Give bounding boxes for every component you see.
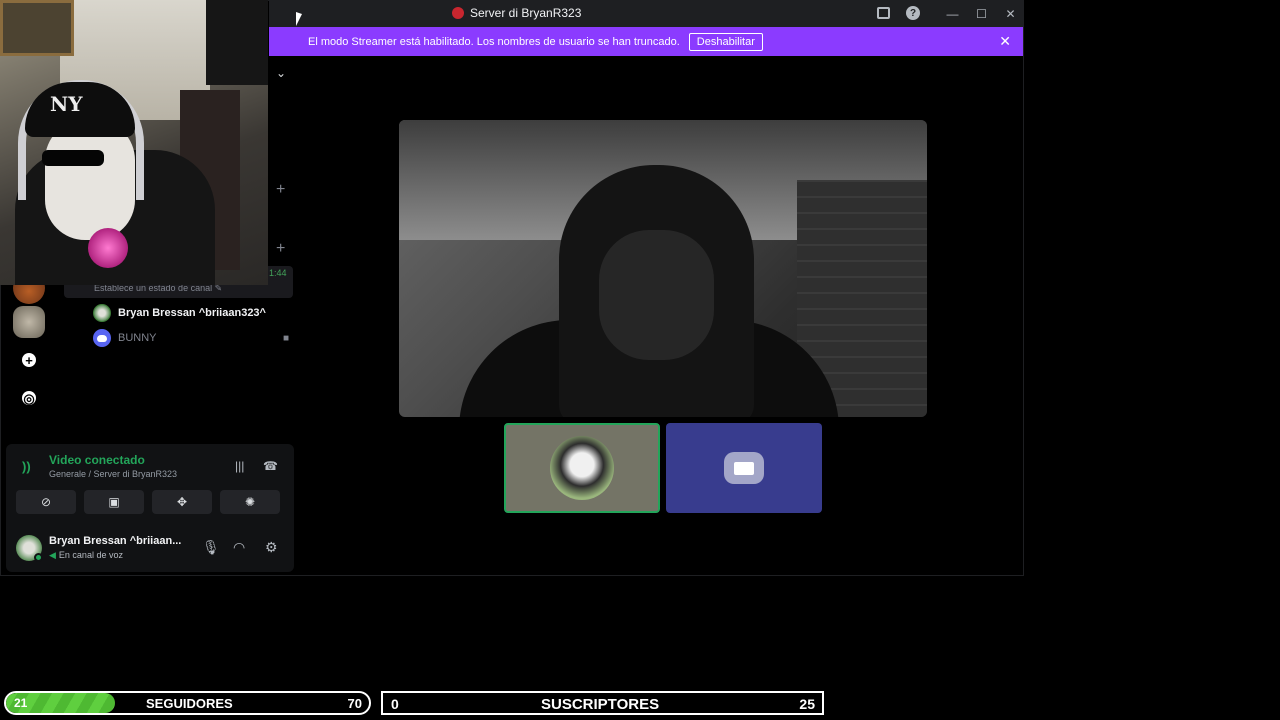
followers-current: 21 [14,696,28,710]
title-bar: Server di BryanR323 ? — ☐ ✕ [269,1,1023,27]
user-name[interactable]: Bryan Bressan ^briiaan... [49,535,189,547]
close-banner-icon[interactable]: ✕ [999,33,1011,50]
streamer-webcam-overlay: NY [0,0,268,285]
voice-member-name: BUNNY [118,332,157,344]
close-icon[interactable]: ✕ [996,1,1023,27]
avatar [93,304,111,322]
subscribers-goal-bar: 0 SUSCRIPTORES 25 [381,691,824,715]
video-camera-icon: ■ [282,332,289,344]
streamer-mode-banner: El modo Streamer está habilitado. Los no… [269,27,1023,56]
webcam-cap-logo: NY [50,92,83,116]
minimize-icon[interactable]: — [938,1,967,27]
activities-button[interactable]: ✥ [152,490,212,514]
avatar [550,436,614,500]
voice-member[interactable]: BUNNY ■ [93,327,289,349]
subscribers-current: 0 [391,696,399,712]
followers-label: SEGUIDORES [146,696,233,711]
gear-icon[interactable]: ⚙ [265,539,278,556]
add-channel-icon[interactable]: + [276,181,285,199]
server-list: + ◎ [1,272,58,436]
soundboard-button[interactable]: ✺ [220,490,280,514]
activities-icon: ✥ [176,495,188,509]
screen-share-icon: ▣ [108,495,120,509]
participant-tile-bryan[interactable] [504,423,660,513]
subscribers-label: SUSCRIPTORES [541,696,660,713]
main-video-feed[interactable] [399,120,927,417]
server-avatar-2[interactable] [13,306,45,338]
voice-action-row: ⊘ ▣ ✥ ✺ [16,490,280,514]
disable-streamer-mode-button[interactable]: Deshabilitar [688,32,763,51]
maximize-icon[interactable]: ☐ [967,1,996,27]
help-icon[interactable]: ? [905,5,921,21]
streamer-mode-text: El modo Streamer está habilitado. Los no… [308,35,680,48]
signal-icon: )) [22,459,31,474]
speaker-icon: ◀ [49,550,56,560]
chevron-down-icon[interactable]: ⌄ [276,66,286,80]
user-area: Bryan Bressan ^briiaan... ◀ En canal de v… [16,534,288,564]
soundboard-icon: ✺ [244,495,256,509]
title-bar-icons: ? [875,5,921,21]
discord-logo-icon [93,329,111,347]
mouse-cursor [296,12,302,26]
video-person-face [599,230,714,360]
microphone-icon[interactable]: 🎙︎ [202,539,220,556]
channel-timer: 1:44 [269,268,287,278]
webcam-picture-frame [0,0,74,56]
webcam-monitor [206,0,268,85]
voice-member[interactable]: Bryan Bressan ^briiaan323^ [93,302,289,324]
video-camera-icon [724,452,764,484]
subscribers-goal: 25 [799,696,815,712]
user-status-text: En canal de voz [58,550,123,560]
webcam-glasses [42,150,104,166]
add-voice-channel-icon[interactable]: + [276,240,285,258]
headphones-icon[interactable]: ◠ [233,539,245,556]
disconnect-icon[interactable]: ☎ [263,459,278,473]
voice-location[interactable]: Generale / Server di BryanR323 [49,469,177,479]
followers-goal-bar: 21 SEGUIDORES 70 [4,691,371,715]
camera-off-button[interactable]: ⊘ [16,490,76,514]
online-status-dot [34,553,43,562]
followers-goal: 70 [347,696,362,711]
voice-status-title[interactable]: Video conectado [49,453,145,467]
window-title-text: Server di BryanR323 [470,6,582,20]
user-status: ◀ En canal de voz [49,550,123,561]
server-logo-icon [452,7,464,19]
noise-suppression-icon[interactable]: ||| [235,459,244,473]
inbox-icon[interactable] [875,5,891,21]
window-title: Server di BryanR323 [452,6,581,20]
voice-connection-panel: )) Video conectado Generale / Server di … [6,444,294,572]
add-server-icon[interactable]: + [13,344,45,376]
camera-off-icon: ⊘ [40,495,52,509]
window-controls: — ☐ ✕ [938,1,1023,27]
voice-member-name: Bryan Bressan ^briiaan323^ [118,307,266,319]
video-stage [301,56,1023,575]
explore-servers-icon[interactable]: ◎ [13,382,45,414]
screen-share-button[interactable]: ▣ [84,490,144,514]
participant-tile-bunny[interactable] [666,423,822,513]
webcam-light [88,228,128,268]
